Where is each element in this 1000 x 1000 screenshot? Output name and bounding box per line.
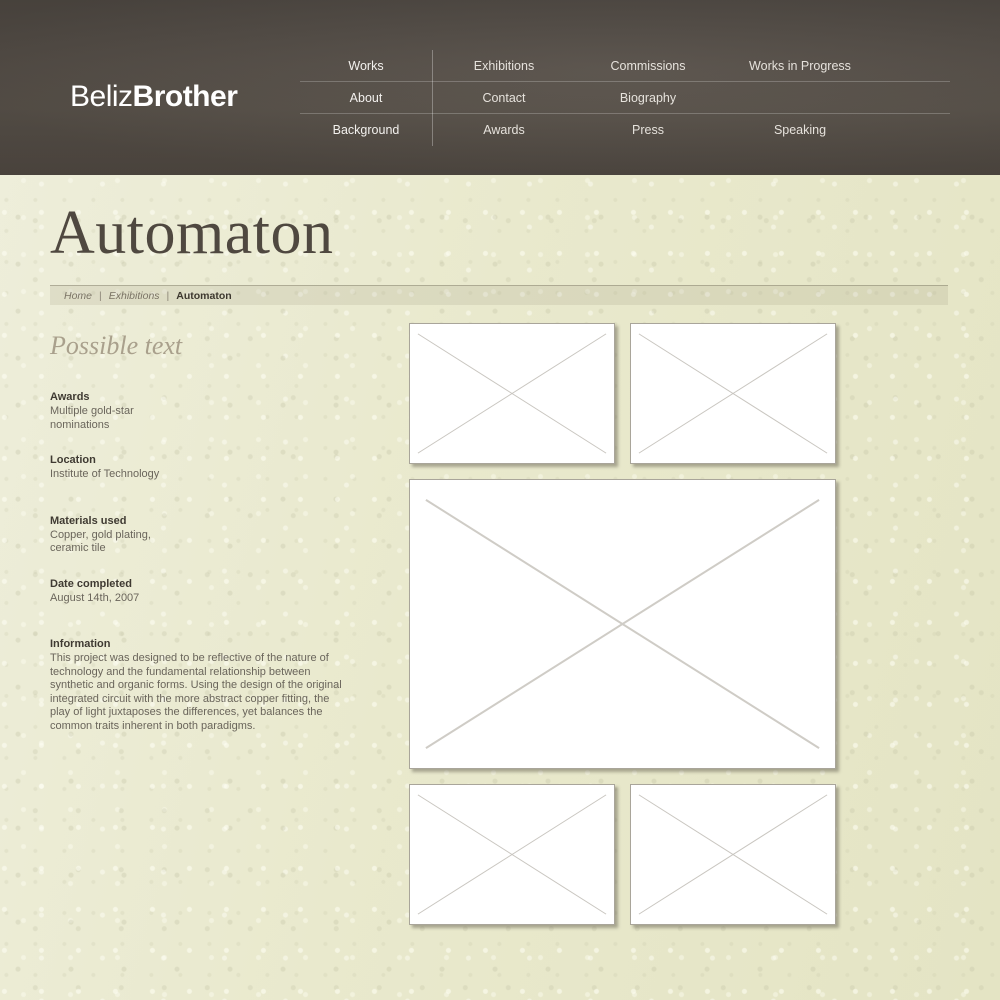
image-placeholder-4[interactable] [409,784,615,925]
nav-item-press[interactable]: Press [576,114,720,146]
logo-text-bold: Brother [132,80,238,113]
logo-text-light: Beliz [70,80,133,113]
gallery-row-top [409,323,839,464]
meta-value-materials: Copper, gold plating, ceramic tile [50,528,151,555]
meta-value-awards: Multiple gold-star nominations [50,405,134,431]
nav-item-about[interactable]: About [300,82,432,114]
gallery-row-bottom [409,784,839,925]
nav-item-works-in-progress[interactable]: Works in Progress [720,50,880,82]
site-header: BelizBrother Works Exhibitions Commissio… [0,0,1000,175]
placeholder-cross-icon [638,333,828,454]
nav-item-background[interactable]: Background [300,114,432,146]
page-background: BelizBrother Works Exhibitions Commissio… [0,0,1000,1000]
nav-row-works: Works Exhibitions Commissions Works in P… [300,50,950,82]
sidebar-heading: Possible text [50,331,183,360]
placeholder-cross-icon [417,794,607,915]
nav-item-contact[interactable]: Contact [432,82,576,114]
image-placeholder-5[interactable] [630,784,836,925]
breadcrumb-separator: | [99,289,102,302]
meta-block-information: Information This project was designed to… [50,637,350,733]
breadcrumb-item-home[interactable]: Home [64,290,92,302]
nav-item-speaking[interactable]: Speaking [720,114,880,146]
meta-label-date-completed: Date completed [50,577,132,590]
nav-item-about-empty [720,98,880,99]
meta-block-awards: Awards Multiple gold-star nominations [50,390,350,432]
breadcrumb-item-exhibitions[interactable]: Exhibitions [109,290,160,302]
meta-label-information: Information [50,638,111,650]
gallery-row-middle [409,479,839,769]
meta-value-information: This project was designed to be reflecti… [50,652,342,732]
nav-item-biography[interactable]: Biography [576,82,720,114]
placeholder-cross-icon [638,794,828,915]
nav-item-exhibitions[interactable]: Exhibitions [432,50,576,82]
meta-block-materials: Materials used Copper, gold plating, cer… [50,514,350,556]
image-placeholder-1[interactable] [409,323,615,464]
meta-value-date-completed: August 14th, 2007 [50,591,140,604]
placeholder-cross-icon [425,499,820,749]
nav-row-background: Background Awards Press Speaking [300,114,950,146]
nav-item-works[interactable]: Works [300,50,432,82]
meta-block-location: Location Institute of Technology [50,453,350,482]
nav-vertical-divider [432,50,433,146]
nav-row-about: About Contact Biography [300,82,950,114]
image-placeholder-3[interactable] [409,479,836,769]
nav-item-commissions[interactable]: Commissions [576,50,720,82]
placeholder-cross-icon [417,333,607,454]
site-logo[interactable]: BelizBrother [70,80,238,114]
breadcrumb-separator: | [166,289,170,302]
meta-block-date-completed: Date completed August 14th, 2007 [50,577,350,606]
breadcrumb: Home | Exhibitions | Automaton [50,285,948,305]
meta-label-awards: Awards [50,391,90,403]
nav-item-awards[interactable]: Awards [432,114,576,146]
breadcrumb-item-current: Automaton [176,289,232,302]
sidebar-metadata: Possible text Awards Multiple gold-star … [50,330,350,754]
image-placeholder-2[interactable] [630,323,836,464]
page-title: Automaton [50,199,334,267]
main-navigation: Works Exhibitions Commissions Works in P… [300,50,950,146]
meta-label-materials: Materials used [50,514,127,527]
image-gallery [409,323,839,925]
meta-value-location: Institute of Technology [50,468,160,480]
meta-label-location: Location [50,454,96,466]
